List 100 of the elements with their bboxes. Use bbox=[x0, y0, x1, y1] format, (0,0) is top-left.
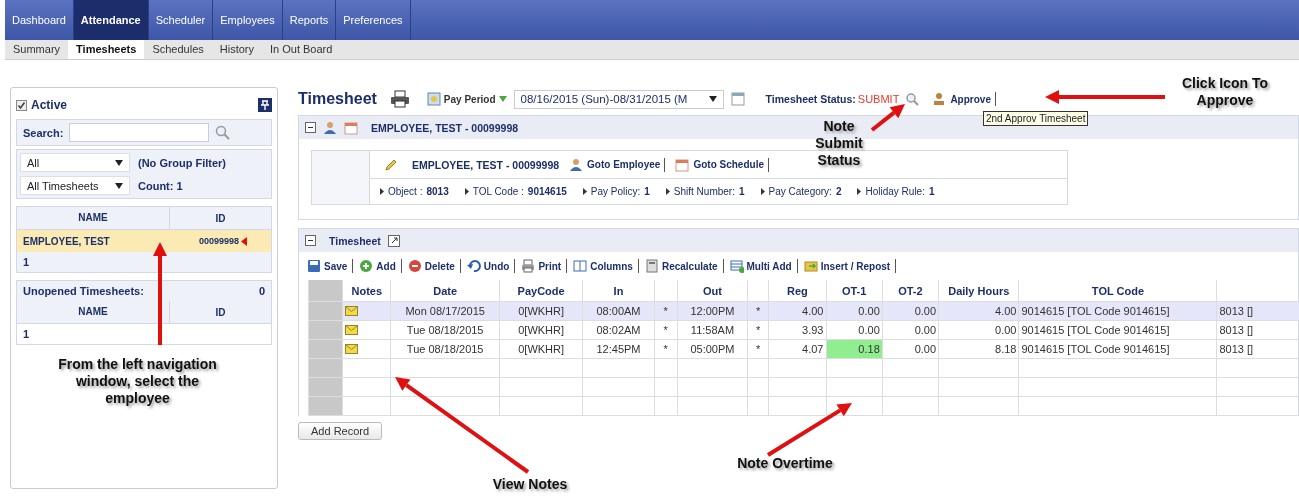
column-header[interactable]: OT-1 bbox=[826, 280, 883, 302]
column-header[interactable]: ID bbox=[170, 306, 271, 318]
sub-tab[interactable]: Schedules bbox=[144, 40, 212, 59]
bullet-icon bbox=[760, 188, 765, 195]
field-value: 2 bbox=[835, 186, 842, 197]
table-cell: 8013 [] bbox=[1219, 343, 1254, 355]
bullet-icon bbox=[464, 188, 469, 195]
sub-tab[interactable]: Summary bbox=[5, 40, 69, 59]
toolbar-button[interactable]: Columns bbox=[573, 259, 639, 273]
search-icon[interactable] bbox=[215, 124, 232, 141]
table-cell: 8013 [] bbox=[1219, 324, 1254, 336]
pay-period-dropdown[interactable]: 08/16/2015 (Sun)-08/31/2015 (M bbox=[513, 89, 724, 109]
save-icon bbox=[307, 259, 321, 273]
employee-row[interactable]: EMPLOYEE, TEST 00099998 bbox=[17, 230, 271, 252]
field-label: Pay Policy: bbox=[590, 186, 641, 197]
add-record-button[interactable]: Add Record bbox=[298, 422, 383, 440]
column-header[interactable]: TOL Code bbox=[1018, 280, 1217, 302]
person-icon bbox=[569, 157, 584, 172]
column-header[interactable]: Notes bbox=[342, 280, 391, 302]
column-header[interactable]: Reg bbox=[768, 280, 826, 302]
group-dropdown[interactable]: All bbox=[20, 153, 130, 172]
columns-icon bbox=[573, 259, 588, 273]
column-header[interactable]: Daily Hours bbox=[938, 280, 1019, 302]
field-value: 1 bbox=[928, 186, 935, 197]
table-cell: 05:00PM bbox=[690, 343, 735, 355]
table-cell: Tue 08/18/2015 bbox=[406, 343, 484, 355]
collapse-icon[interactable] bbox=[305, 235, 316, 246]
callout-text: From the left navigation window, select the employee bbox=[57, 356, 218, 407]
envelope-icon[interactable] bbox=[345, 306, 359, 316]
table-row[interactable]: Mon 08/17/2015 0[WKHR] 08:00AM * 12:00PM * 4.00 0.00 0.00 4.00 9014615 [TOL Code 9014615] 8013 [] bbox=[308, 301, 1299, 321]
printer-icon[interactable] bbox=[389, 90, 410, 108]
active-checkbox[interactable] bbox=[16, 99, 27, 111]
field-label: TOL Code : bbox=[472, 186, 524, 197]
toolbar-button[interactable]: Recalculate bbox=[644, 259, 724, 273]
pencil-icon[interactable] bbox=[384, 157, 398, 172]
table-cell: 4.00 bbox=[995, 305, 1017, 317]
table-cell: 0.00 bbox=[858, 305, 880, 317]
calendar-icon[interactable] bbox=[730, 92, 745, 106]
column-header[interactable]: NAME bbox=[17, 207, 170, 229]
collapse-icon[interactable] bbox=[305, 122, 316, 133]
pay-period-button[interactable]: Pay Period bbox=[426, 92, 507, 106]
search-icon[interactable] bbox=[906, 92, 920, 106]
table-row[interactable]: Tue 08/18/2015 0[WKHR] 12:45PM * 05:00PM * 4.07 0.18 0.00 8.18 9014615 [TOL Code 9014615] 8013 [] bbox=[308, 339, 1299, 359]
table-cell: * bbox=[756, 305, 761, 317]
column-header[interactable]: ID bbox=[170, 212, 271, 224]
toolbar-button[interactable]: Add bbox=[359, 259, 402, 273]
table-cell: 8013 [] bbox=[1219, 305, 1254, 317]
column-header[interactable]: In bbox=[582, 280, 655, 302]
unopened-count: 0 bbox=[258, 285, 265, 297]
column-header[interactable]: PayCode bbox=[499, 280, 583, 302]
caret-icon bbox=[708, 96, 717, 102]
printer-icon bbox=[521, 259, 536, 273]
popout-icon[interactable] bbox=[387, 234, 400, 247]
toolbar-link[interactable]: Goto Schedule bbox=[675, 157, 769, 172]
callout-text: View Notes bbox=[491, 476, 569, 493]
column-header[interactable]: OT-2 bbox=[882, 280, 939, 302]
delete-icon bbox=[407, 259, 422, 273]
sub-tab[interactable]: Timesheets bbox=[68, 40, 145, 59]
field-label: Shift Number: bbox=[673, 186, 735, 197]
table-cell: 11:58AM bbox=[690, 324, 735, 336]
toolbar-button[interactable]: Print bbox=[521, 259, 568, 273]
table-cell: Mon 08/17/2015 bbox=[405, 305, 485, 317]
table-cell: 0.00 bbox=[858, 324, 880, 336]
table-cell: 08:00AM bbox=[596, 305, 641, 317]
table-cell: 0[WKHR] bbox=[518, 324, 565, 336]
count-label: Count: 1 bbox=[138, 179, 183, 192]
pin-icon[interactable] bbox=[258, 98, 272, 112]
table-cell: 0.00 bbox=[914, 343, 937, 355]
table-cell: 12:45PM bbox=[596, 343, 641, 355]
status-label: Timesheet Status: bbox=[765, 93, 856, 105]
field-value: 9014615 bbox=[527, 186, 567, 197]
table-cell: 0.00 bbox=[914, 305, 937, 317]
arrow bbox=[870, 104, 905, 132]
table-cell: 9014615 [TOL Code 9014615] bbox=[1021, 305, 1170, 317]
status-value: SUBMIT bbox=[857, 93, 900, 105]
approve-button[interactable]: Approve bbox=[932, 92, 996, 106]
toolbar-button[interactable]: Delete bbox=[407, 259, 461, 273]
envelope-icon[interactable] bbox=[345, 344, 359, 354]
table-cell: 8.18 bbox=[995, 343, 1017, 355]
column-header[interactable]: NAME bbox=[17, 301, 170, 323]
toolbar-button[interactable]: Insert / Repost bbox=[803, 259, 897, 273]
page-title: Timesheet bbox=[298, 90, 377, 108]
nav-tab[interactable]: Attendance bbox=[73, 0, 149, 40]
bullet-icon bbox=[857, 188, 862, 195]
table-row[interactable]: Tue 08/18/2015 0[WKHR] 08:02AM * 11:58AM * 3.93 0.00 0.00 0.00 9014615 [TOL Code 9014615] 8013 [] bbox=[308, 320, 1299, 340]
toolbar-link[interactable]: Goto Employee bbox=[569, 157, 666, 172]
sub-tab[interactable]: History bbox=[211, 40, 262, 59]
timesheet-dropdown[interactable]: All Timesheets bbox=[20, 176, 130, 195]
search-field[interactable] bbox=[69, 123, 210, 142]
field-label: Pay Category: bbox=[768, 186, 832, 197]
sub-tab[interactable]: In Out Board bbox=[262, 40, 341, 59]
table-cell: 0[WKHR] bbox=[518, 305, 565, 317]
table-cell: 4.00 bbox=[802, 305, 824, 317]
toolbar-button[interactable]: Save bbox=[307, 259, 354, 273]
toolbar-button[interactable]: Undo bbox=[466, 259, 516, 273]
envelope-icon[interactable] bbox=[345, 325, 359, 335]
person-icon bbox=[932, 92, 947, 106]
column-header[interactable]: Out bbox=[677, 280, 748, 302]
toolbar-button[interactable]: Multi Add bbox=[729, 259, 798, 273]
column-header[interactable]: Date bbox=[390, 280, 500, 302]
